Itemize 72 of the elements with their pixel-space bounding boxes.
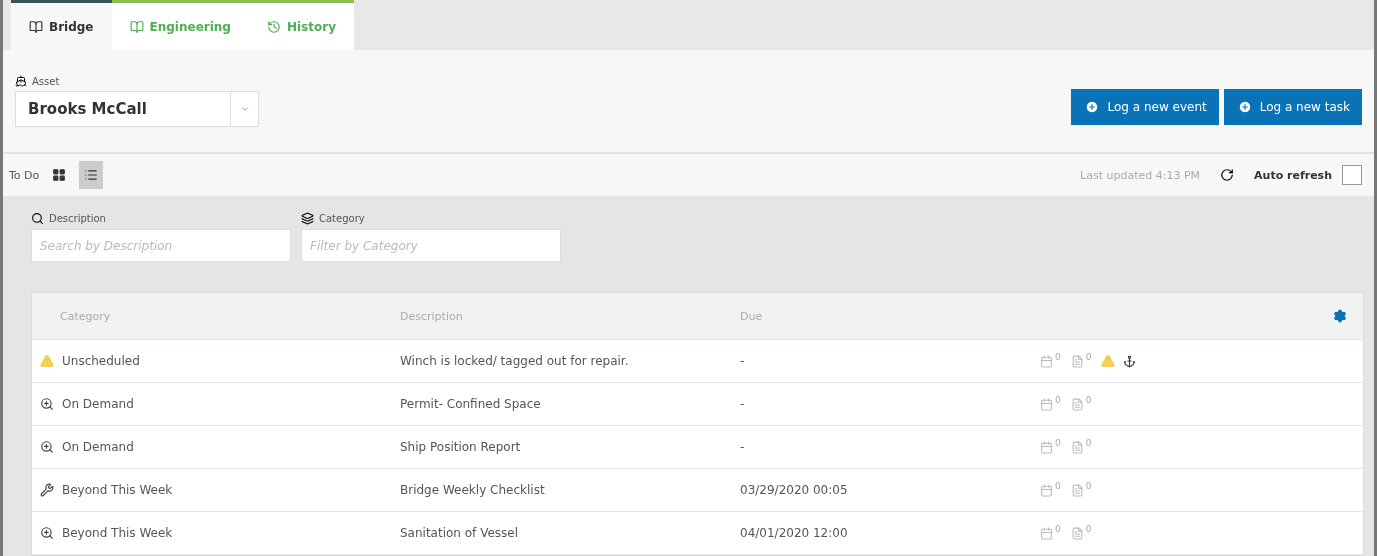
magnifier-icon — [40, 397, 54, 411]
layers-icon — [301, 212, 314, 225]
log-button[interactable]: Log a new event — [1071, 89, 1219, 125]
ship-icon — [15, 75, 27, 87]
calendar-icon — [1040, 354, 1053, 368]
filter-field[interactable]: Search by Description — [31, 229, 291, 262]
caret-icon — [239, 104, 250, 114]
auto-refresh-label: Auto refresh — [1254, 168, 1332, 182]
plus-icon — [1237, 100, 1252, 114]
calendar-icon — [1040, 440, 1053, 454]
description-text: Winch is locked/ tagged out for repair. — [400, 354, 630, 368]
plus-icon — [1085, 100, 1100, 114]
tab[interactable]: Bridge — [11, 0, 112, 50]
count-text: 0 — [1085, 352, 1092, 362]
calendar-icon — [1040, 483, 1053, 497]
asset-label: Asset — [32, 75, 60, 87]
description-text: Permit- Confined Space — [400, 397, 542, 411]
wrench-icon — [40, 483, 54, 497]
book-icon — [129, 19, 144, 34]
count-text: 0 — [1085, 481, 1092, 491]
count-text: 0 — [1085, 438, 1092, 448]
count-text: 0 — [1055, 395, 1061, 405]
warning-icon — [1101, 354, 1116, 368]
due-text: 04/01/2020 12:00 — [740, 526, 849, 540]
list-icon — [84, 168, 99, 182]
due-text: - — [740, 354, 746, 368]
document-icon — [1070, 440, 1084, 454]
tab[interactable]: History — [248, 0, 354, 50]
calendar-icon — [1040, 397, 1053, 411]
due-text: - — [740, 440, 746, 454]
category-text: Beyond This Week — [62, 526, 173, 540]
document-icon — [1070, 483, 1084, 497]
count-text: 0 — [1085, 524, 1092, 534]
description-text: Sanitation of Vessel — [400, 526, 520, 540]
tab[interactable]: Engineering — [111, 0, 249, 50]
document-icon — [1070, 526, 1084, 540]
settings-icon[interactable] — [1333, 309, 1347, 323]
search-icon — [31, 212, 44, 225]
log-button[interactable]: Log a new task — [1223, 89, 1362, 125]
column-header[interactable]: Category — [40, 309, 400, 323]
warning-icon — [40, 354, 54, 368]
category-text: Unscheduled — [62, 354, 140, 368]
category-text: Beyond This Week — [62, 483, 173, 497]
description-text: Bridge Weekly Checklist — [400, 483, 546, 497]
column-header[interactable]: Description — [400, 309, 740, 323]
refresh-icon[interactable] — [1220, 168, 1235, 182]
count-text: 0 — [1055, 524, 1061, 534]
filter-field[interactable]: Filter by Category — [301, 229, 561, 262]
magnifier-icon — [40, 440, 54, 454]
document-icon — [1070, 397, 1084, 411]
filter-label: Description — [49, 213, 106, 224]
count-text: 0 — [1085, 395, 1092, 405]
book-icon — [29, 19, 43, 34]
anchor-icon — [1123, 354, 1137, 368]
auto-refresh-checkbox[interactable] — [1342, 165, 1362, 185]
magnifier-icon — [40, 526, 54, 540]
count-text: 0 — [1055, 352, 1061, 362]
last-updated: Last updated 4:13 PM — [1080, 168, 1201, 182]
todo-title: To Do — [9, 168, 40, 182]
count-text: 0 — [1055, 438, 1061, 448]
calendar-icon — [1040, 526, 1053, 540]
filter-label: Category — [319, 213, 365, 224]
due-text: - — [740, 397, 746, 411]
category-text: On Demand — [62, 440, 134, 454]
column-header[interactable]: Due — [740, 309, 1040, 323]
description-text: Ship Position Report — [400, 440, 522, 454]
due-text: 03/29/2020 00:05 — [740, 483, 849, 497]
asset-select[interactable]: Brooks McCall — [15, 91, 259, 127]
count-text: 0 — [1055, 481, 1061, 491]
category-text: On Demand — [62, 397, 134, 411]
document-icon — [1070, 354, 1084, 368]
grid-icon — [52, 168, 67, 182]
